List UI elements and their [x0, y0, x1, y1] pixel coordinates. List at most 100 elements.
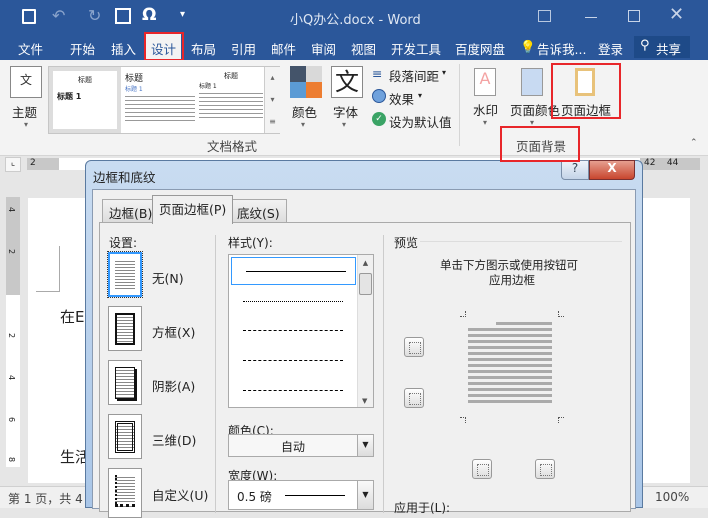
style-heading: 标题 1 [125, 86, 143, 93]
paragraph-spacing-button[interactable]: 段落间距 [389, 66, 439, 85]
share-button[interactable]: ⚲ 共享 [634, 36, 690, 58]
minimize-button[interactable] [585, 17, 597, 18]
maximize-button[interactable] [628, 10, 640, 22]
style-option-dashed[interactable] [243, 330, 343, 331]
set-default-button[interactable]: 设为默认值 [389, 112, 452, 131]
ruler-number: 4 [7, 374, 17, 381]
tab-selector[interactable]: ⌞ [5, 157, 21, 172]
right-border-button[interactable] [535, 459, 555, 479]
chevron-down-icon[interactable]: ▼ [357, 481, 373, 509]
setting-3d-label[interactable]: 三维(D) [152, 430, 196, 449]
customize-qat-icon[interactable]: ▾ [180, 9, 185, 20]
highlight-box [144, 32, 184, 61]
preview-page[interactable] [468, 319, 560, 415]
style-set-item[interactable]: 标题 标题 1 [199, 71, 263, 118]
style-option-dash-dot[interactable] [243, 390, 343, 391]
style-heading: 标题 1 [199, 83, 217, 90]
bottom-border-button[interactable] [404, 388, 424, 408]
tab-developer[interactable]: 开发工具 [391, 39, 441, 58]
style-option-long-dashed[interactable] [243, 360, 343, 361]
tab-baidu[interactable]: 百度网盘 [455, 39, 505, 58]
fonts-button[interactable]: 字体 [333, 102, 358, 121]
ruler-number: 2 [7, 248, 17, 255]
setting-3d[interactable] [108, 414, 142, 459]
help-button[interactable]: ? [561, 160, 589, 180]
symbol-icon[interactable]: Ω [142, 5, 156, 25]
dialog-body: 边框(B) 页面边框(P) 底纹(S) 设置: 无(N) 方框(X) 阴影(A)… [92, 189, 636, 518]
gallery-scroll[interactable]: ▴ ▾ ≡ [264, 67, 280, 133]
ruler-number: 4 [7, 206, 17, 213]
collapse-ribbon-icon[interactable]: ⌃ [690, 138, 698, 148]
watermark-icon[interactable]: A [474, 68, 496, 96]
style-option-selected[interactable] [231, 257, 356, 285]
watermark-button[interactable]: 水印 [473, 100, 498, 119]
setting-shadow[interactable] [108, 360, 142, 405]
style-list[interactable]: ▲ ▼ [228, 254, 374, 408]
theme-button[interactable]: 主题 [12, 102, 37, 121]
tab-review[interactable]: 审阅 [311, 39, 336, 58]
tell-me-input[interactable]: 告诉我... [537, 39, 586, 58]
setting-custom[interactable] [108, 468, 142, 518]
setting-box-label[interactable]: 方框(X) [152, 322, 195, 341]
fonts-icon[interactable]: 文 [331, 66, 363, 98]
theme-icon[interactable]: 文 [10, 66, 42, 98]
setting-shadow-label[interactable]: 阴影(A) [152, 376, 195, 395]
ribbon-display-icon[interactable] [538, 10, 551, 22]
check-icon: ✓ [372, 112, 386, 126]
style-set-item[interactable]: 标题标题 1 [125, 71, 195, 121]
left-border-button[interactable] [472, 459, 492, 479]
style-option-dotted[interactable] [243, 301, 343, 302]
tab-page-border[interactable]: 页面边框(P) [152, 195, 234, 224]
tab-shading[interactable]: 底纹(S) [230, 199, 287, 223]
page-count[interactable]: 第 1 页，共 4 [8, 490, 83, 507]
document-text[interactable]: 在E [60, 306, 84, 327]
scroll-thumb[interactable] [359, 273, 372, 295]
tab-file[interactable]: 文件 [18, 39, 43, 58]
colors-button[interactable]: 颜色 [292, 102, 317, 121]
tab-references[interactable]: 引用 [231, 39, 256, 58]
paragraph-spacing-icon: ≡ [372, 66, 383, 81]
redo-icon[interactable]: ↻ [88, 6, 101, 25]
tab-borders[interactable]: 边框(B) [102, 199, 160, 223]
tab-insert[interactable]: 插入 [111, 39, 136, 58]
style-scrollbar[interactable]: ▲ ▼ [357, 255, 373, 407]
tab-content: 设置: 无(N) 方框(X) 阴影(A) 三维(D) 自定义(U) 样式(Y):… [99, 222, 631, 518]
width-dropdown[interactable]: 0.5 磅 ▼ [228, 480, 374, 510]
undo-icon[interactable]: ↶ [52, 6, 65, 25]
style-heading: 标题 1 [57, 92, 82, 101]
setting-none-label[interactable]: 无(N) [152, 268, 184, 287]
ruler-number: 8 [7, 456, 17, 463]
chevron-down-icon[interactable]: ▼ [357, 435, 373, 456]
tab-mailings[interactable]: 邮件 [271, 39, 296, 58]
highlight-box [500, 126, 580, 162]
ruler-number: 6 [7, 416, 17, 423]
colors-icon[interactable] [290, 66, 322, 98]
page-color-icon[interactable] [521, 68, 543, 96]
save-icon[interactable] [22, 9, 36, 24]
tab-view[interactable]: 视图 [351, 39, 376, 58]
close-button[interactable]: ✕ [669, 4, 684, 25]
style-set-gallery: 标题 标题 1 标题 标题 1 标题 标题 1 ▴ ▾ ≡ [48, 66, 280, 134]
effects-button[interactable]: 效果 [389, 89, 414, 108]
ribbon-tabs: 文件 开始 插入 设计 布局 引用 邮件 审阅 视图 开发工具 百度网盘 💡 告… [0, 32, 708, 61]
top-border-button[interactable] [404, 337, 424, 357]
sign-in-link[interactable]: 登录 [598, 39, 623, 58]
print-layout-icon[interactable] [115, 8, 131, 24]
tab-layout[interactable]: 布局 [191, 39, 216, 58]
title-bar: ↶ ↻ Ω ▾ 小Q办公.docx - Word ✕ [0, 0, 708, 34]
style-set-item[interactable]: 标题标题 1 [49, 67, 121, 133]
preview-label: 预览 [394, 236, 419, 250]
tab-home[interactable]: 开始 [70, 39, 95, 58]
settings-label: 设置: [109, 236, 138, 250]
zoom-level[interactable]: 100% [655, 490, 689, 504]
ruler-number: 44 [666, 158, 679, 168]
color-dropdown[interactable]: 自动 ▼ [228, 434, 374, 457]
setting-none[interactable] [107, 251, 143, 298]
setting-box[interactable] [108, 306, 142, 351]
style-title: 标题 [125, 74, 144, 84]
person-add-icon: ⚲ [640, 38, 650, 53]
setting-custom-label[interactable]: 自定义(U) [152, 485, 208, 504]
close-button[interactable]: X [589, 160, 635, 180]
effects-icon [372, 89, 386, 103]
style-title: 标题 [78, 76, 92, 84]
